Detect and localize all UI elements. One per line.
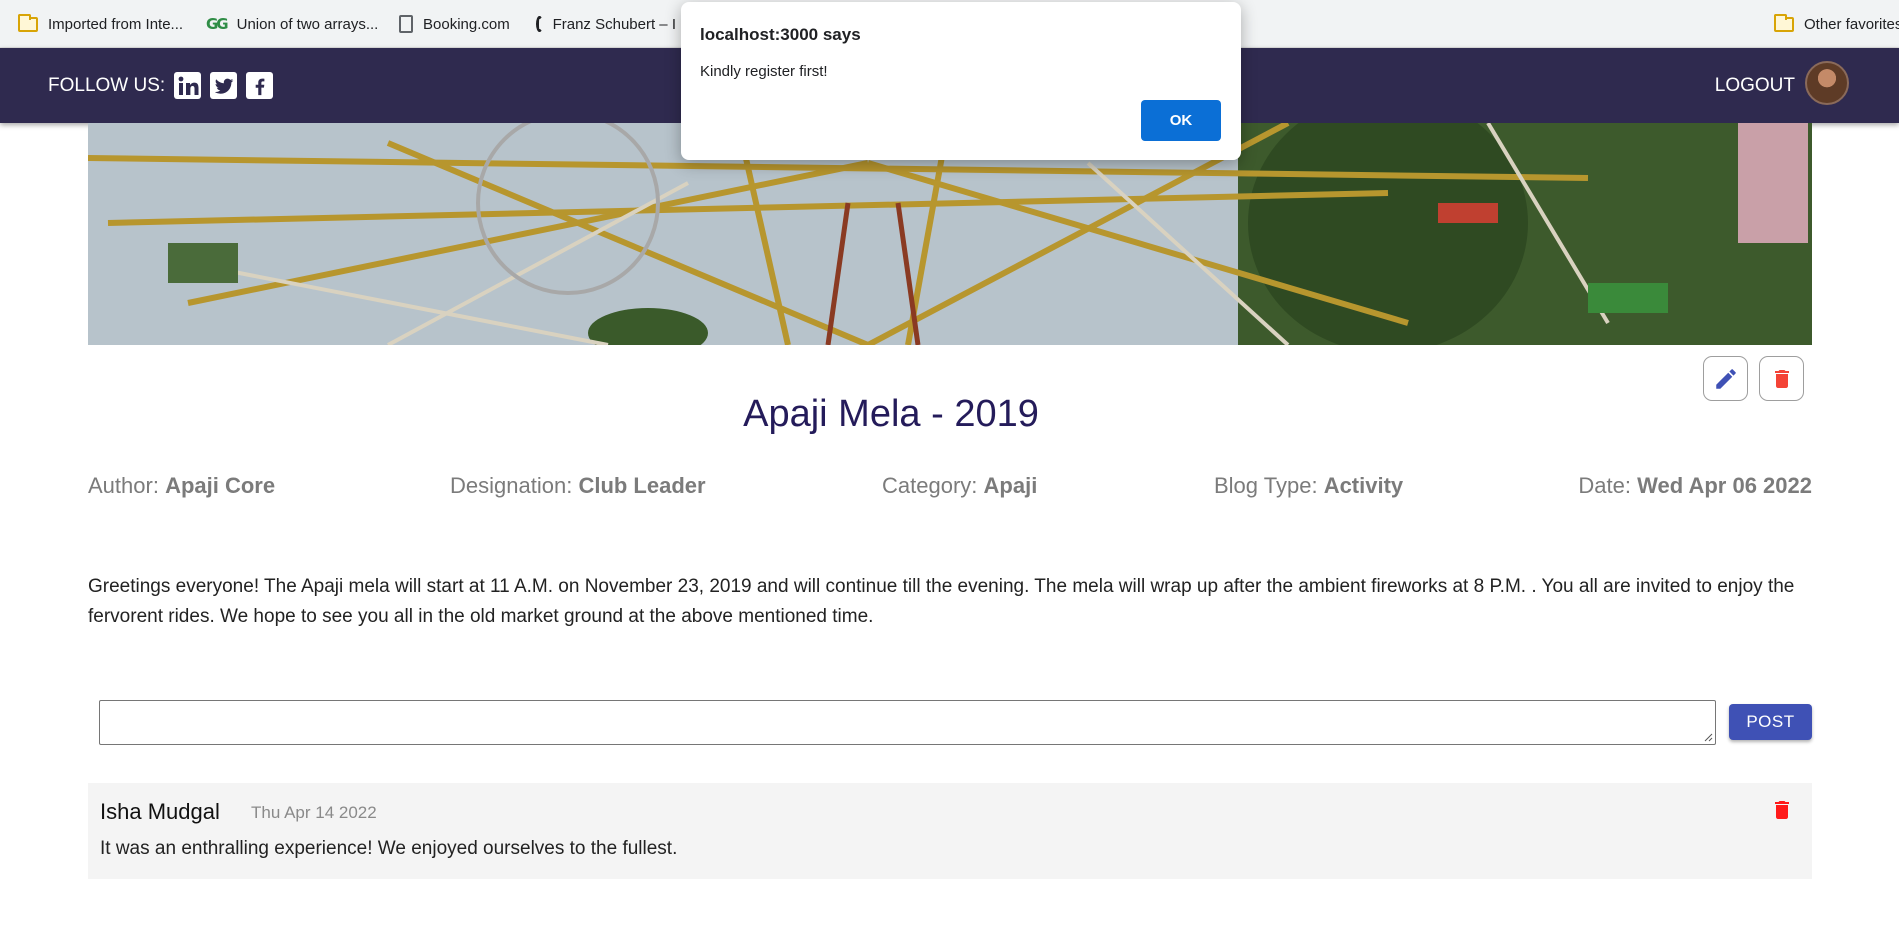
pencil-icon	[1715, 368, 1736, 389]
linkedin-icon[interactable]	[174, 72, 202, 99]
author-label: Author:	[88, 473, 159, 498]
blog-type-label: Blog Type:	[1214, 473, 1318, 498]
date-value: Wed Apr 06 2022	[1637, 473, 1812, 498]
bookmark-label: Imported from Inte...	[48, 15, 184, 33]
post-author: Author: Apaji Core	[88, 473, 275, 499]
bookmark-schubert[interactable]: Franz Schubert – I	[536, 0, 676, 48]
comment-item: Isha Mudgal Thu Apr 14 2022 It was an en…	[88, 783, 1812, 879]
moon-icon	[536, 16, 543, 32]
folder-icon	[1774, 13, 1794, 32]
user-avatar[interactable]	[1805, 61, 1849, 105]
follow-us-label: FOLLOW US:	[48, 74, 166, 96]
post-body: Greetings everyone! The Apaji mela will …	[88, 576, 1795, 627]
post-designation: Designation: Club Leader	[450, 473, 706, 499]
geeksforgeeks-icon: GG	[206, 15, 229, 33]
category-value: Apaji	[983, 473, 1038, 498]
bookmark-label: Other favorites	[1804, 15, 1899, 33]
bookmark-label: Franz Schubert – I	[552, 15, 676, 33]
resize-handle-icon[interactable]	[1703, 732, 1713, 742]
logout-button[interactable]: LOGOUT	[1715, 48, 1795, 123]
ok-label: OK	[1169, 112, 1193, 129]
post-blog-type: Blog Type: Activity	[1214, 473, 1403, 499]
trash-icon	[1774, 369, 1789, 388]
bookmark-booking[interactable]: Booking.com	[399, 0, 510, 48]
comment-author: Isha Mudgal	[100, 799, 220, 824]
logout-label: LOGOUT	[1714, 74, 1795, 96]
post-date: Date: Wed Apr 06 2022	[1578, 473, 1812, 499]
facebook-icon[interactable]	[246, 72, 274, 99]
bookmark-label: Booking.com	[423, 15, 510, 33]
bookmark-imported[interactable]: Imported from Inte...	[18, 0, 183, 48]
post-comment-button[interactable]: POST	[1729, 704, 1812, 740]
blog-type-value: Activity	[1323, 473, 1404, 498]
designation-label: Designation:	[450, 473, 573, 498]
category-label: Category:	[882, 473, 978, 498]
comment-text: It was an enthralling experience! We enj…	[100, 838, 678, 859]
dialog-message: Kindly register first!	[700, 63, 828, 80]
follow-us: FOLLOW US:	[48, 48, 274, 123]
twitter-icon[interactable]	[210, 72, 238, 99]
bookmark-other-favorites[interactable]: Other favorites	[1774, 0, 1899, 48]
date-label: Date:	[1578, 473, 1631, 498]
bookmark-label: Union of two arrays...	[236, 15, 379, 33]
delete-comment-icon[interactable]	[1770, 796, 1794, 824]
page-icon	[399, 15, 413, 33]
comment-date: Thu Apr 14 2022	[251, 803, 377, 822]
author-value: Apaji Core	[165, 473, 276, 498]
dialog-ok-button[interactable]: OK	[1141, 100, 1221, 141]
dialog-title: localhost:3000 says	[700, 25, 861, 44]
folder-icon	[18, 13, 38, 32]
bookmark-union-arrays[interactable]: GG Union of two arrays...	[206, 0, 378, 48]
designation-value: Club Leader	[578, 473, 706, 498]
post-title: Apaji Mela - 2019	[743, 393, 1039, 435]
alert-dialog: localhost:3000 says Kindly register firs…	[681, 2, 1241, 160]
post-category: Category: Apaji	[882, 473, 1037, 499]
post-button-label: POST	[1746, 712, 1795, 731]
comment-input[interactable]	[99, 700, 1716, 745]
